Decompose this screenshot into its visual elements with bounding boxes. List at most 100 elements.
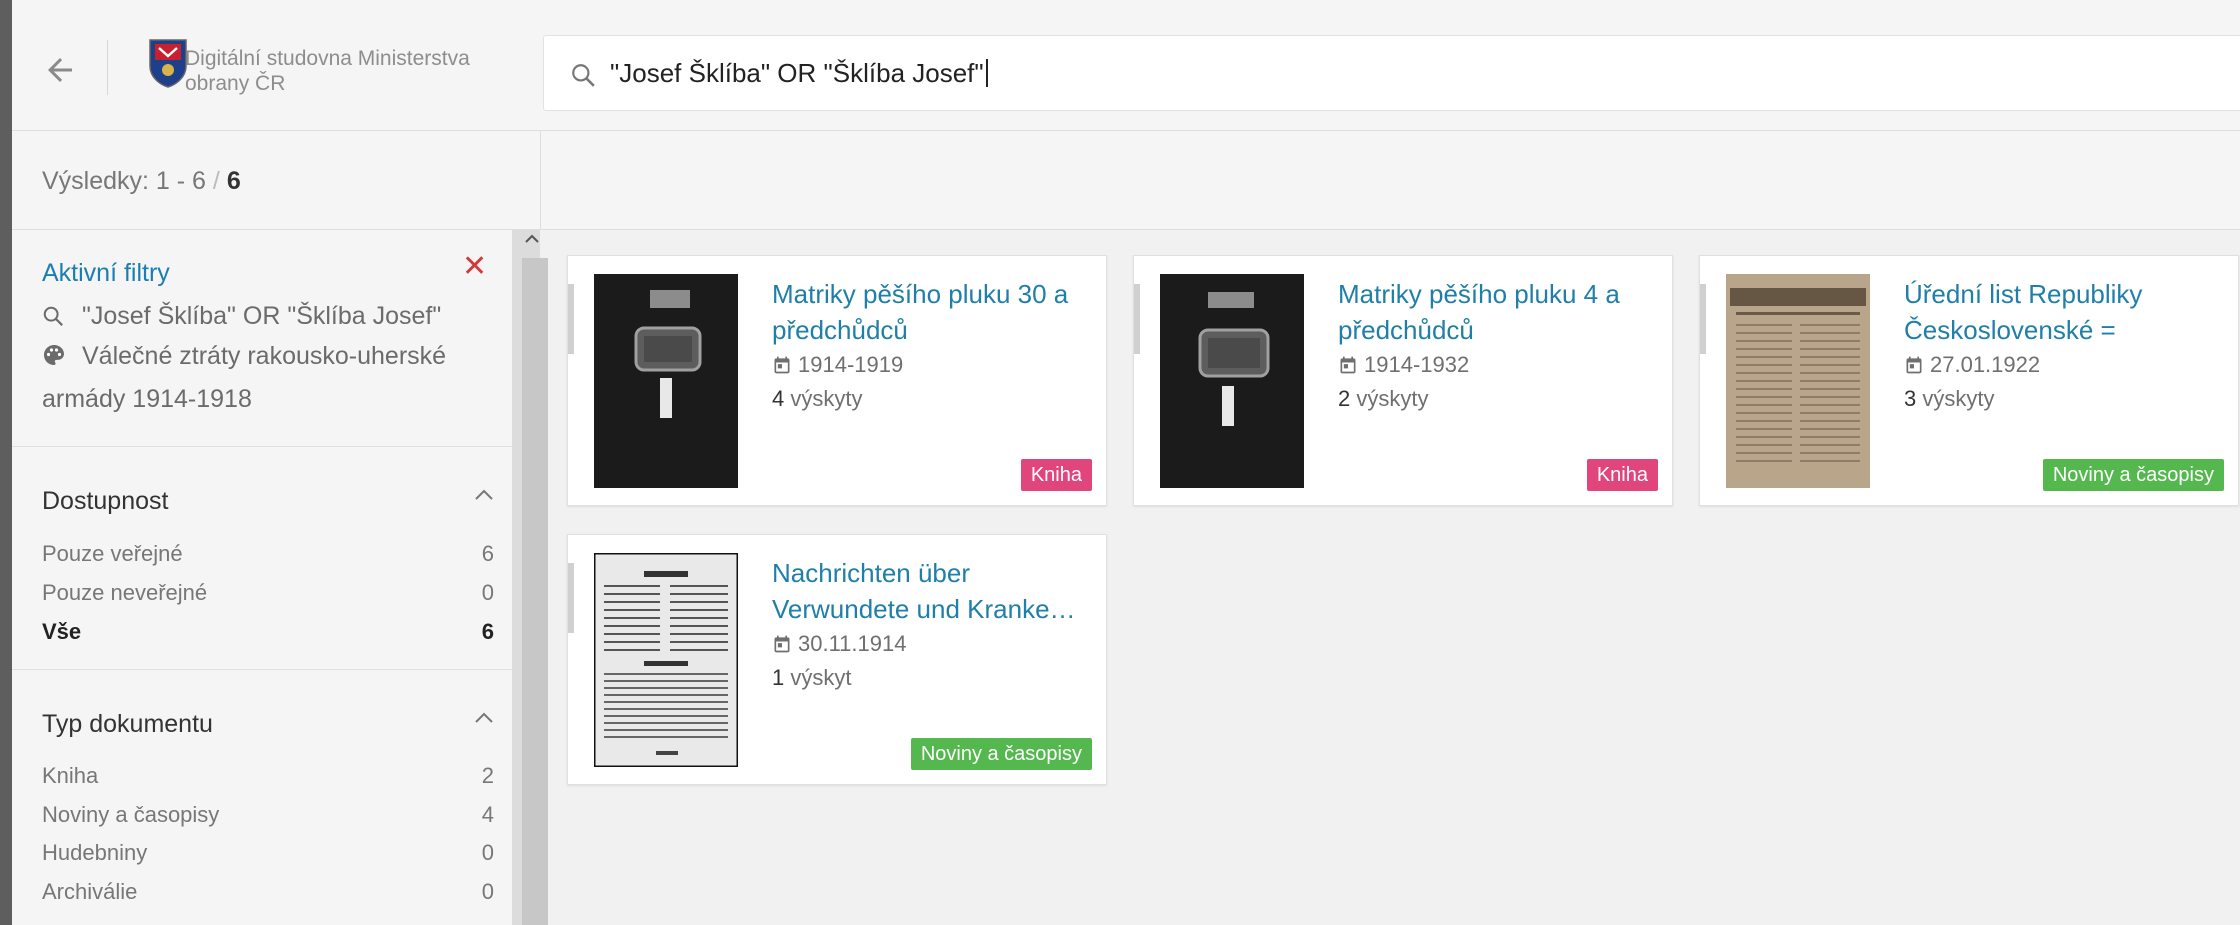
facet-row-hudebniny[interactable]: Hudebniny 0	[42, 834, 494, 872]
facet-row-count: 6	[481, 619, 494, 644]
facet-row-count: 4	[481, 802, 494, 827]
search-input[interactable]: "Josef Šklíba" OR "Šklíba Josef"	[543, 35, 2240, 111]
card-thumbnail[interactable]	[594, 553, 738, 767]
card-occurrences-count: 1	[772, 665, 785, 690]
card-accent	[1134, 284, 1140, 354]
search-query-wrapper: "Josef Šklíba" OR "Šklíba Josef"	[610, 58, 988, 89]
results-range: Výsledky: 1 - 6	[42, 167, 206, 195]
result-card[interactable]: Matriky pěšího pluku 4 a předchůdců 1914…	[1133, 255, 1673, 506]
card-thumbnail[interactable]	[1726, 274, 1870, 488]
calendar-icon	[772, 355, 792, 381]
card-occurrences-word: výskyty	[1356, 386, 1429, 411]
facet-doctype-title[interactable]: Typ dokumentu	[42, 710, 213, 739]
results-count: Výsledky: 1 - 6 / 6	[42, 167, 241, 196]
card-occurrences-count: 3	[1904, 386, 1917, 411]
results-toolbar	[541, 131, 2240, 230]
card-thumbnail[interactable]	[594, 274, 738, 488]
facet-row-noviny[interactable]: Noviny a časopisy 4	[42, 796, 494, 834]
top-header: Digitální studovna Ministerstva obrany Č…	[12, 0, 2240, 131]
facet-doctype: Typ dokumentu Kniha 2 Noviny a časopisy …	[12, 670, 512, 925]
card-accent	[568, 284, 574, 354]
facet-row-public[interactable]: Pouze veřejné 6	[42, 535, 494, 573]
result-card[interactable]: Nachrichten über Verwundete und Kranke… …	[567, 534, 1107, 785]
results-separator: /	[212, 167, 220, 195]
facet-row-label: Kniha	[42, 763, 99, 788]
card-date: 30.11.1914	[772, 631, 906, 660]
card-title[interactable]: Úřední list Republiky Československé =	[1904, 276, 2224, 348]
card-accent	[1700, 284, 1706, 354]
calendar-icon	[772, 634, 792, 660]
coat-of-arms-icon	[149, 39, 187, 88]
app-title[interactable]: Digitální studovna Ministerstva obrany Č…	[185, 46, 515, 96]
card-occurrences-word: výskyty	[1922, 386, 1995, 411]
card-title[interactable]: Matriky pěšího pluku 4 a předchůdců	[1338, 276, 1658, 348]
card-date-text: 1914-1932	[1364, 352, 1470, 377]
facet-row-label: Pouze veřejné	[42, 541, 183, 566]
card-occurrences-count: 4	[772, 386, 785, 411]
facet-row-kniha[interactable]: Kniha 2	[42, 757, 494, 795]
card-occurrences-word: výskyty	[790, 386, 863, 411]
results-total: 6	[226, 167, 241, 195]
facet-doctype-toggle[interactable]	[474, 708, 494, 731]
ministry-logo[interactable]	[147, 38, 189, 88]
card-thumbnail[interactable]	[1160, 274, 1304, 488]
search-query-text: "Josef Šklíba" OR "Šklíba Josef"	[610, 58, 984, 88]
sidebar-scrollbar-thumb[interactable]	[522, 258, 548, 925]
facet-availability: Dostupnost Pouze veřejné 6 Pouze neveřej…	[12, 447, 512, 669]
active-filter-collection-text: Válečné ztráty rakousko-uherské armády 1…	[42, 342, 447, 413]
filter-sidebar: Aktivní filtry ✕ "Josef Šklíba" OR "Šklí…	[12, 230, 512, 925]
card-date-text: 1914-1919	[798, 352, 904, 377]
palette-icon	[42, 339, 68, 379]
facet-row-count: 6	[481, 541, 494, 566]
clear-filters-button[interactable]: ✕	[462, 252, 487, 282]
card-occurrences: 4 výskyty	[772, 386, 863, 412]
facet-row-label: Pouze neveřejné	[42, 580, 208, 605]
calendar-icon	[1904, 355, 1924, 381]
facet-row-label: Noviny a časopisy	[42, 802, 220, 827]
card-title[interactable]: Nachrichten über Verwundete und Kranke…	[772, 555, 1092, 627]
search-icon	[572, 64, 595, 87]
card-date-text: 30.11.1914	[798, 631, 907, 656]
facet-availability-title[interactable]: Dostupnost	[42, 487, 168, 516]
text-caret	[985, 59, 988, 87]
card-occurrences: 3 výskyty	[1904, 386, 1995, 412]
card-occurrences-count: 2	[1338, 386, 1351, 411]
arrow-left-icon	[48, 58, 72, 82]
active-filter-collection[interactable]: Válečné ztráty rakousko-uherské armády 1…	[42, 336, 497, 419]
result-card[interactable]: Matriky pěšího pluku 30 a předchůdců 191…	[567, 255, 1107, 506]
chevron-up-icon	[475, 712, 493, 723]
active-filter-query-text: "Josef Šklíba" OR "Šklíba Josef"	[82, 302, 442, 330]
active-filter-query[interactable]: "Josef Šklíba" OR "Šklíba Josef"	[42, 296, 497, 339]
facet-availability-toggle[interactable]	[474, 485, 494, 508]
card-occurrences-word: výskyt	[790, 665, 852, 690]
results-summary: Výsledky: 1 - 6 / 6	[12, 131, 541, 230]
card-occurrences: 1 výskyt	[772, 665, 852, 691]
facet-row-label: Vše	[42, 619, 82, 644]
doctype-badge: Kniha	[1586, 459, 1658, 491]
close-icon: ✕	[462, 250, 488, 283]
facet-row-label: Archiválie	[42, 879, 138, 904]
facet-row-label: Hudebniny	[42, 840, 148, 865]
scroll-up-button[interactable]	[524, 232, 540, 250]
facet-row-count: 2	[481, 763, 494, 788]
facet-row-nonpublic[interactable]: Pouze neveřejné 0	[42, 574, 494, 612]
card-accent	[568, 563, 574, 633]
card-date: 1914-1919	[772, 352, 903, 381]
chevron-up-icon	[525, 234, 539, 243]
card-date: 27.01.1922	[1904, 352, 2040, 381]
active-filters-section: Aktivní filtry ✕ "Josef Šklíba" OR "Šklí…	[12, 230, 512, 450]
doctype-badge: Kniha	[1020, 459, 1092, 491]
facet-row-count: 0	[481, 580, 494, 605]
facet-row-archivalie[interactable]: Archiválie 0	[42, 873, 494, 911]
back-button[interactable]	[42, 52, 78, 88]
app-window: Digitální studovna Ministerstva obrany Č…	[12, 0, 2240, 925]
facet-row-count: 0	[481, 840, 494, 865]
card-title[interactable]: Matriky pěšího pluku 30 a předchůdců	[772, 276, 1092, 348]
doctype-badge: Noviny a časopisy	[2042, 459, 2224, 491]
result-card[interactable]: Úřední list Republiky Československé = 2…	[1699, 255, 2239, 506]
facet-row-count: 0	[481, 879, 494, 904]
calendar-icon	[1338, 355, 1358, 381]
card-date-text: 27.01.1922	[1930, 352, 2041, 377]
header-divider	[107, 40, 108, 95]
facet-row-all[interactable]: Vše 6	[42, 613, 494, 651]
